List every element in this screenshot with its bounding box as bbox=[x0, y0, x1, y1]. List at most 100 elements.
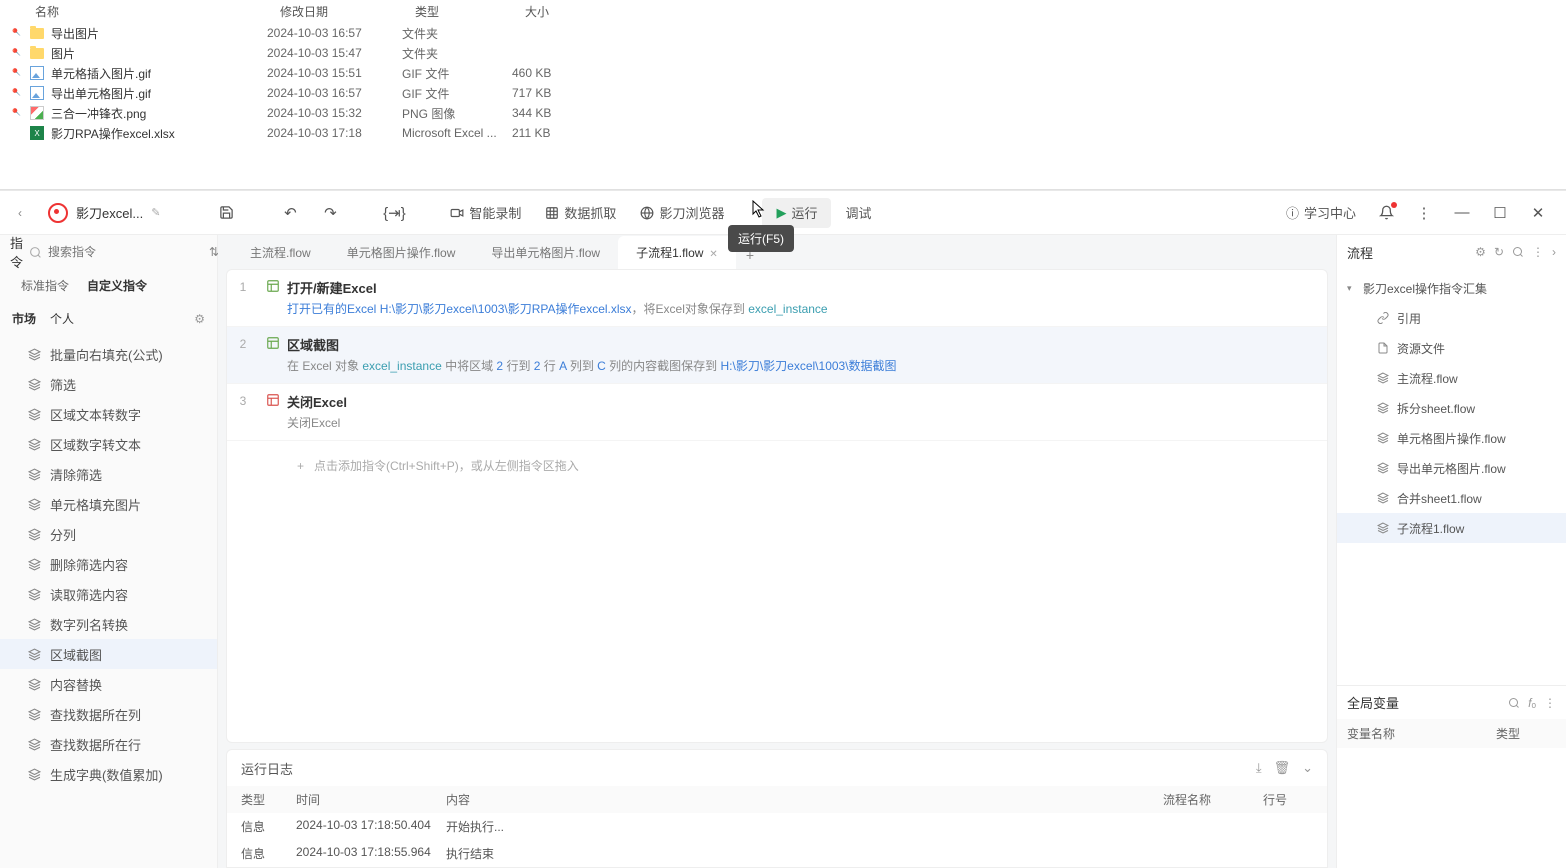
file-row[interactable]: 📍 导出单元格图片.gif 2024-10-03 16:57 GIF 文件 71… bbox=[0, 83, 1566, 103]
xlsx-file-icon: X bbox=[30, 126, 44, 140]
sub-market[interactable]: 市场 bbox=[12, 310, 36, 327]
link-icon bbox=[1377, 312, 1391, 324]
image-file-icon bbox=[30, 66, 44, 80]
command-label: 清除筛选 bbox=[50, 465, 102, 484]
gear-icon[interactable]: ⚙ bbox=[194, 312, 205, 326]
flow-tab[interactable]: 主流程.flow bbox=[232, 236, 329, 269]
log-row[interactable]: 信息 2024-10-03 17:18:55.964 执行结束 bbox=[227, 840, 1327, 867]
close-icon[interactable]: ✕ bbox=[709, 249, 717, 260]
command-item[interactable]: 区域文本转数字 bbox=[0, 399, 217, 429]
browser-button[interactable]: 影刀浏览器 bbox=[630, 198, 734, 228]
tree-item[interactable]: 单元格图片操作.flow bbox=[1337, 423, 1566, 453]
command-item[interactable]: 读取筛选内容 bbox=[0, 579, 217, 609]
edit-title-icon[interactable]: ✎ bbox=[151, 206, 160, 219]
log-delete-icon[interactable]: 🗑 bbox=[1274, 760, 1291, 776]
notifications-button[interactable] bbox=[1368, 198, 1404, 228]
file-name: 影刀RPA操作excel.xlsx bbox=[51, 125, 175, 142]
col-date[interactable]: 修改日期 bbox=[280, 3, 415, 20]
command-item[interactable]: 区域数字转文本 bbox=[0, 429, 217, 459]
file-explorer: 名称 修改日期 类型 大小 📍 导出图片 2024-10-03 16:57 文件… bbox=[0, 0, 1566, 190]
tree-item[interactable]: 导出单元格图片.flow bbox=[1337, 453, 1566, 483]
data-grab-button[interactable]: 数据抓取 bbox=[535, 198, 626, 228]
fx-icon[interactable]: fₒ bbox=[1528, 696, 1536, 710]
file-type: GIF 文件 bbox=[402, 85, 512, 102]
command-item[interactable]: 查找数据所在行 bbox=[0, 729, 217, 759]
command-item[interactable]: 清除筛选 bbox=[0, 459, 217, 489]
smart-record-button[interactable]: 智能录制 bbox=[440, 198, 531, 228]
command-item[interactable]: 单元格填充图片 bbox=[0, 489, 217, 519]
command-item[interactable]: 生成字典(数值累加) bbox=[0, 759, 217, 789]
close-button[interactable]: ✕ bbox=[1520, 198, 1556, 228]
tree-item[interactable]: 合并sheet1.flow bbox=[1337, 483, 1566, 513]
maximize-button[interactable]: ☐ bbox=[1482, 198, 1518, 228]
undo-button[interactable]: ↶ bbox=[272, 198, 308, 228]
settings-icon[interactable]: ⚙ bbox=[1475, 245, 1486, 259]
minimize-button[interactable]: — bbox=[1444, 198, 1480, 228]
tab-custom[interactable]: 自定义指令 bbox=[78, 269, 156, 302]
more-icon[interactable]: ⋮ bbox=[1532, 245, 1544, 259]
search-input[interactable] bbox=[48, 245, 203, 259]
file-row[interactable]: 📍 单元格插入图片.gif 2024-10-03 15:51 GIF 文件 46… bbox=[0, 63, 1566, 83]
command-item[interactable]: 批量向右填充(公式) bbox=[0, 339, 217, 369]
layers-icon bbox=[1377, 522, 1391, 534]
tree-root[interactable]: ▾ 影刀excel操作指令汇集 bbox=[1337, 273, 1566, 303]
tree-item-label: 导出单元格图片.flow bbox=[1397, 460, 1506, 477]
format-button[interactable]: {⇥} bbox=[376, 198, 412, 228]
redo-button[interactable]: ↷ bbox=[312, 198, 348, 228]
run-tooltip: 运行(F5) bbox=[728, 225, 794, 252]
command-item[interactable]: 内容替换 bbox=[0, 669, 217, 699]
file-row[interactable]: X影刀RPA操作excel.xlsx 2024-10-03 17:18 Micr… bbox=[0, 123, 1566, 143]
command-item[interactable]: 筛选 bbox=[0, 369, 217, 399]
log-export-icon[interactable]: ⤓ bbox=[1256, 760, 1262, 776]
file-row[interactable]: 📍 三合一冲锋衣.png 2024-10-03 15:32 PNG 图像 344… bbox=[0, 103, 1566, 123]
tree-item[interactable]: 主流程.flow bbox=[1337, 363, 1566, 393]
editor-area: 主流程.flow单元格图片操作.flow导出单元格图片.flow子流程1.flo… bbox=[218, 235, 1336, 868]
col-name[interactable]: 名称 bbox=[35, 3, 280, 20]
run-button[interactable]: ▶ 运行 bbox=[762, 198, 831, 228]
debug-button[interactable]: 调试 bbox=[835, 198, 881, 228]
flow-step[interactable]: 3 关闭Excel 关闭Excel bbox=[227, 384, 1327, 441]
col-type[interactable]: 类型 bbox=[415, 3, 525, 20]
tree-item[interactable]: 引用 bbox=[1337, 303, 1566, 333]
tree-item[interactable]: 子流程1.flow bbox=[1337, 513, 1566, 543]
grid-icon bbox=[545, 206, 559, 220]
flow-tab[interactable]: 单元格图片操作.flow bbox=[329, 236, 474, 269]
col-size[interactable]: 大小 bbox=[525, 3, 605, 20]
more-button[interactable]: ⋮ bbox=[1406, 198, 1442, 228]
tab-label: 子流程1.flow bbox=[636, 246, 703, 260]
command-item[interactable]: 查找数据所在列 bbox=[0, 699, 217, 729]
save-button[interactable] bbox=[208, 198, 244, 228]
flow-step[interactable]: 1 打开/新建Excel 打开已有的Excel H:\影刀\影刀excel\10… bbox=[227, 270, 1327, 327]
refresh-icon[interactable]: ↻ bbox=[1494, 245, 1504, 259]
command-item[interactable]: 数字列名转换 bbox=[0, 609, 217, 639]
globals-body bbox=[1337, 748, 1566, 868]
flow-tab[interactable]: 导出单元格图片.flow bbox=[473, 236, 618, 269]
layers-icon bbox=[1377, 462, 1391, 474]
file-row[interactable]: 📍 导出图片 2024-10-03 16:57 文件夹 bbox=[0, 23, 1566, 43]
command-item[interactable]: 分列 bbox=[0, 519, 217, 549]
sub-personal[interactable]: 个人 bbox=[50, 310, 74, 327]
search-icon[interactable] bbox=[1512, 246, 1524, 258]
file-row[interactable]: 📍 图片 2024-10-03 15:47 文件夹 bbox=[0, 43, 1566, 63]
flow-step[interactable]: 2 区域截图 在 Excel 对象 excel_instance 中将区域 2 … bbox=[227, 327, 1327, 384]
flow-tab[interactable]: 子流程1.flow ✕ bbox=[618, 236, 736, 269]
flow-panel: 流程 ⚙ ↻ ⋮ › ▾ 影刀excel操作指令汇集 引用资源文件主流程.flo… bbox=[1336, 235, 1566, 868]
step-icon bbox=[259, 392, 287, 432]
back-button[interactable]: ‹ bbox=[10, 206, 30, 220]
learn-center-button[interactable]: ⓘ 学习中心 bbox=[1276, 198, 1366, 228]
collapse-right-icon[interactable]: › bbox=[1552, 245, 1556, 259]
tree-item[interactable]: 拆分sheet.flow bbox=[1337, 393, 1566, 423]
layers-icon bbox=[28, 498, 44, 511]
log-row[interactable]: 信息 2024-10-03 17:18:50.404 开始执行... bbox=[227, 813, 1327, 840]
command-item[interactable]: 删除筛选内容 bbox=[0, 549, 217, 579]
tab-standard[interactable]: 标准指令 bbox=[12, 269, 78, 302]
tree-item[interactable]: 资源文件 bbox=[1337, 333, 1566, 363]
add-step-hint[interactable]: 点击添加指令(Ctrl+Shift+P)，或从左侧指令区拖入 bbox=[227, 441, 1327, 490]
log-collapse-icon[interactable]: ⌄ bbox=[1302, 760, 1313, 776]
file-name: 导出图片 bbox=[51, 25, 99, 42]
command-item[interactable]: 区域截图 bbox=[0, 639, 217, 669]
log-title: 运行日志 bbox=[241, 759, 293, 778]
more-icon[interactable]: ⋮ bbox=[1544, 696, 1556, 710]
layers-icon bbox=[1377, 372, 1391, 384]
search-icon[interactable] bbox=[1508, 697, 1520, 709]
